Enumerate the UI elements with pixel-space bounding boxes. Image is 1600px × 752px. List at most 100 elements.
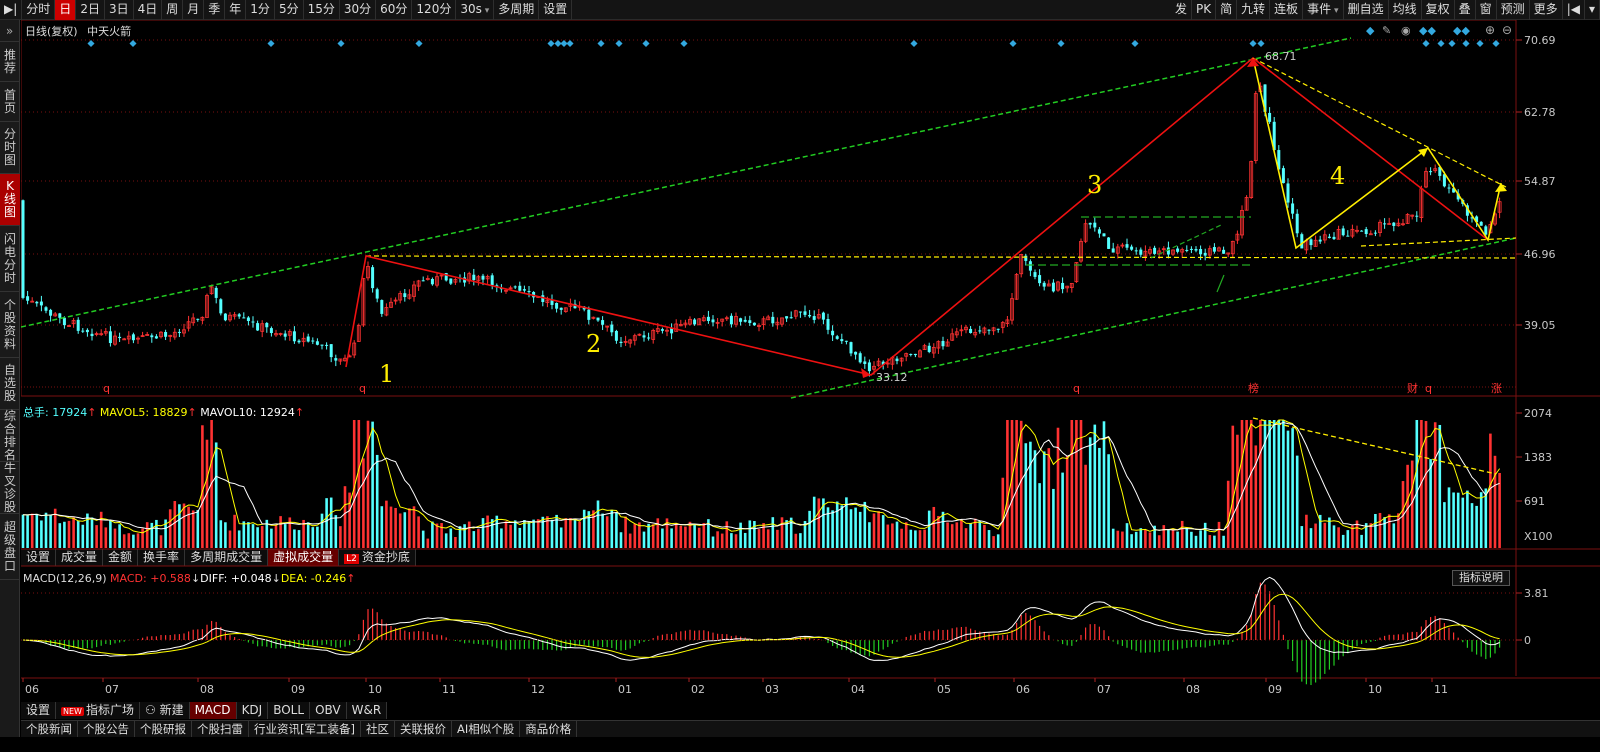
bottom-link[interactable]: 商品价格 (520, 721, 578, 737)
tool-button-forecast[interactable]: 预测 (1497, 0, 1530, 20)
chart-tools[interactable]: ◆ ✎ ◉ ◆◆ ◆◆ ⊕ ⊖ (1366, 23, 1512, 37)
volume-bar (812, 496, 816, 548)
volume-bar (1484, 488, 1488, 548)
nav-item-zixuan[interactable]: 自选股 (0, 358, 20, 410)
volume-bar (771, 517, 775, 548)
candle-body (35, 301, 39, 304)
candle-body (1212, 247, 1216, 252)
indicator-tab-label: 设置 (26, 703, 51, 717)
nav-item-char: 排 (3, 434, 16, 449)
bottom-link[interactable]: 行业资讯[军工装备] (249, 721, 361, 737)
tool-button-delete-fav[interactable]: 删自选 (1344, 0, 1389, 20)
nav-item-kxiantu[interactable]: K线图 (0, 174, 20, 226)
period-button-multi[interactable]: 多周期 (494, 0, 540, 20)
bottom-link[interactable]: 个股扫雷 (192, 721, 249, 737)
tool-button-fuquan[interactable]: 复权 (1422, 0, 1455, 20)
expand-nav-button[interactable]: » (0, 20, 19, 42)
tools-toolbar: 发PK简九转连板事件删自选均线复权叠窗预测更多|◀▾ (1171, 0, 1600, 20)
period-button-5min[interactable]: 5分 (275, 0, 304, 20)
candle-body (1153, 247, 1157, 254)
period-button-1min[interactable]: 1分 (246, 0, 275, 20)
bottom-link[interactable]: 个股研报 (135, 721, 192, 737)
period-button-fenshi[interactable]: 分时 (22, 0, 56, 20)
volume-bar (895, 521, 899, 548)
volume-bar (1162, 525, 1166, 548)
volume-bar (1438, 424, 1442, 548)
indicator-tab-macd[interactable]: MACD (189, 702, 237, 719)
period-button-month[interactable]: 月 (183, 0, 205, 20)
kline-chart[interactable]: 70.6962.7854.8746.9639.05 1 2 3 4 68.71 … (21, 20, 1600, 700)
indicator-tab-label: 指标广场 (85, 703, 134, 717)
nav-item-chaoji[interactable]: 超级盘口 (0, 514, 20, 580)
tool-button-jiuzhuan[interactable]: 九转 (1237, 0, 1271, 20)
price-axis: 70.69 62.78 54.87 46.96 39.05 (1516, 34, 1556, 332)
period-button-year[interactable]: 年 (225, 0, 247, 20)
event-markers[interactable] (87, 39, 1500, 48)
bottom-link[interactable]: 社区 (361, 721, 395, 737)
indicator-tab-wr[interactable]: W&R (347, 702, 388, 719)
volume-bar (831, 510, 834, 548)
indicator-tab-settings[interactable]: 设置 (21, 702, 57, 719)
tool-button-fa[interactable]: 发 (1171, 0, 1193, 20)
tool-button-window[interactable]: 窗 (1476, 0, 1497, 20)
nav-item-tuijian[interactable]: 推荐 (0, 42, 20, 82)
period-button-30s[interactable]: 30s (456, 0, 495, 20)
volume-bar (1272, 420, 1276, 548)
period-button-60min[interactable]: 60分 (376, 0, 413, 20)
indicator-tab-obv[interactable]: OBV (310, 702, 347, 719)
period-button-120min[interactable]: 120分 (412, 0, 457, 20)
nav-item-fenshitu[interactable]: 分时图 (0, 122, 20, 174)
indicator-tab-kdj[interactable]: KDJ (237, 702, 269, 719)
nav-item-niucha[interactable]: 牛叉诊股 (0, 461, 20, 514)
period-button-day[interactable]: 日 (55, 0, 77, 20)
volume-bar (35, 513, 39, 548)
period-button-4d[interactable]: 4日 (134, 0, 163, 20)
tool-button-event[interactable]: 事件 (1303, 0, 1344, 20)
nav-item-char: 料 (3, 336, 16, 351)
tool-button-overlay[interactable]: 叠 (1455, 0, 1476, 20)
tool-button-jian[interactable]: 简 (1216, 0, 1238, 20)
volume-bar (716, 531, 719, 548)
period-button-30min[interactable]: 30分 (340, 0, 377, 20)
tool-button-junxian[interactable]: 均线 (1389, 0, 1422, 20)
volume-bar (900, 528, 903, 548)
indicator-tab-plaza[interactable]: NEW 指标广场 (56, 702, 140, 719)
period-button-week[interactable]: 周 (162, 0, 184, 20)
volume-bar (946, 522, 949, 548)
period-button-15min[interactable]: 15分 (304, 0, 340, 20)
volume-bar (1374, 513, 1377, 548)
candle-body (895, 358, 899, 362)
nav-item-zonghe[interactable]: 综合排名 (0, 409, 20, 462)
bottom-link[interactable]: AI相似个股 (452, 721, 521, 737)
tool-button-pk[interactable]: PK (1192, 0, 1217, 20)
tool-button-nav-down[interactable]: ▾ (1585, 0, 1600, 20)
tool-button-nav-prev[interactable]: |◀ (1563, 0, 1585, 20)
bottom-link[interactable]: 关联报价 (395, 721, 452, 737)
volume-bar (417, 516, 420, 548)
period-button-3d[interactable]: 3日 (105, 0, 134, 20)
volume-bar (219, 520, 223, 548)
period-button-2d[interactable]: 2日 (76, 0, 105, 20)
indicator-tab-boll[interactable]: BOLL (268, 702, 311, 719)
nav-item-shouye[interactable]: 首页 (0, 82, 20, 122)
candle-body (265, 322, 269, 328)
period-button-settings[interactable]: 设置 (539, 0, 573, 20)
bottom-link[interactable]: 个股公告 (78, 721, 135, 737)
tool-button-lianban[interactable]: 连板 (1270, 0, 1304, 20)
indicator-tab-label: KDJ (241, 703, 263, 717)
plus-icon: ⊕ (1485, 23, 1495, 37)
candle-body (840, 339, 844, 342)
indicator-tab-new[interactable]: ⚇ 新建 (140, 702, 190, 719)
volume-bar (270, 528, 273, 548)
nav-item-shandian[interactable]: 闪电分时 (0, 226, 20, 292)
tool-button-more[interactable]: 更多 (1530, 0, 1563, 20)
bottom-link[interactable]: 个股新闻 (21, 721, 78, 737)
candle-body (26, 296, 30, 301)
nav-item-gegu[interactable]: 个股资料 (0, 292, 20, 358)
wave-label-4: 4 (1330, 162, 1345, 190)
macd-axis-label: 3.81 (1524, 587, 1549, 600)
wave-label-3: 3 (1087, 171, 1102, 199)
marker-q: q (359, 382, 366, 395)
period-button-play[interactable]: ▶| (0, 0, 23, 20)
period-button-season[interactable]: 季 (204, 0, 226, 20)
